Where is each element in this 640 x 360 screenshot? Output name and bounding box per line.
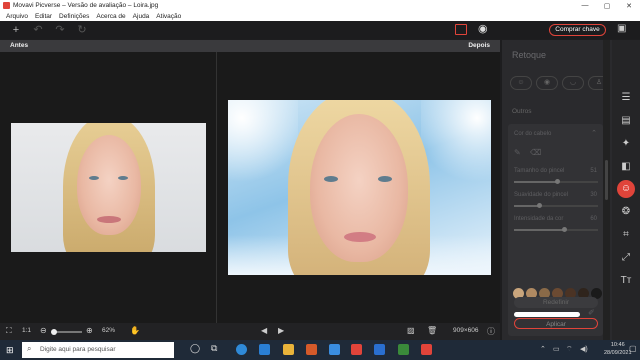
reset-button[interactable]: Redefinir xyxy=(514,297,598,308)
document-icon[interactable]: ▤ xyxy=(619,114,633,128)
panel-scrollbar[interactable] xyxy=(603,40,610,340)
notifications-icon[interactable]: ▢ xyxy=(629,344,637,353)
taskbar-search-input[interactable]: Digite aqui para pesquisar xyxy=(22,342,174,358)
volume-icon[interactable]: ◀) xyxy=(580,345,588,353)
redo-icon[interactable]: ↷ xyxy=(49,21,71,39)
window-title: Movavi Picverse – Versão de avaliação – … xyxy=(13,2,159,9)
save-icon[interactable]: ▣ xyxy=(617,23,626,34)
before-photo xyxy=(11,123,206,252)
before-label: Antes xyxy=(10,42,29,49)
brush-size-slider[interactable] xyxy=(514,179,598,184)
preview-eye-icon[interactable]: ◉ xyxy=(478,22,488,35)
menu-bar: Arquivo Editar Definições Acerca de Ajud… xyxy=(0,11,640,21)
custom-color-bar[interactable] xyxy=(514,312,580,317)
zoom-percent: 62% xyxy=(102,327,116,334)
maximize-button[interactable]: ▢ xyxy=(596,2,618,10)
eraser-icon[interactable]: ⌫ xyxy=(530,148,541,157)
file-explorer-icon[interactable] xyxy=(283,344,294,355)
reset-icon[interactable]: ↻ xyxy=(71,21,93,39)
menu-definicoes[interactable]: Definições xyxy=(59,13,89,20)
after-photo xyxy=(228,100,491,275)
face-tool-icon[interactable]: ☺ xyxy=(510,76,532,90)
crop-icon[interactable]: ⌗ xyxy=(619,228,633,242)
lips-tool-icon[interactable]: ◡ xyxy=(562,76,584,90)
brush-softness-label: Suavidade do pincel xyxy=(514,192,569,198)
apply-button[interactable]: Aplicar xyxy=(514,318,598,329)
previous-image-icon[interactable]: ◀ xyxy=(261,326,267,335)
office-icon[interactable] xyxy=(306,344,317,355)
image-gallery-icon[interactable]: ▨ xyxy=(407,326,415,335)
taskbar-clock[interactable]: 10:46 28/09/2021 xyxy=(604,341,632,357)
zoom-out-icon[interactable]: ⊖ xyxy=(40,326,47,335)
menu-ativacao[interactable]: Ativação xyxy=(156,13,181,20)
network-icon[interactable]: ⌔ xyxy=(566,345,573,354)
magic-wand-icon[interactable]: ✦ xyxy=(619,137,633,151)
close-button[interactable]: ✕ xyxy=(618,2,640,10)
color-intensity-label: Intensidade da cor xyxy=(514,216,564,222)
text-icon[interactable]: Tт xyxy=(619,274,633,288)
store-icon[interactable] xyxy=(259,344,270,355)
after-label: Depois xyxy=(468,42,490,49)
search-icon: ⌕ xyxy=(27,344,32,353)
menu-editar[interactable]: Editar xyxy=(35,13,52,20)
task-view-icon[interactable]: ◯ xyxy=(190,343,200,354)
adjust-sliders-icon[interactable]: ☰ xyxy=(619,91,633,105)
compare-view-icon[interactable] xyxy=(455,24,467,35)
title-bar: Movavi Picverse – Versão de avaliação – … xyxy=(0,0,640,11)
zoom-slider[interactable] xyxy=(51,329,82,335)
actual-size-button[interactable]: 1:1 xyxy=(22,327,31,334)
brush-size-value: 51 xyxy=(590,168,597,174)
color-picker-icon[interactable]: ✐ xyxy=(588,308,595,317)
edge-icon[interactable] xyxy=(236,344,247,355)
movavi-icon[interactable] xyxy=(351,344,362,355)
word-icon[interactable] xyxy=(374,344,385,355)
image-dimensions: 909×606 xyxy=(453,327,479,334)
picverse-icon[interactable] xyxy=(421,344,432,355)
info-icon[interactable]: ⓘ xyxy=(487,326,495,337)
contrast-icon[interactable]: ◧ xyxy=(619,160,633,174)
compare-divider[interactable] xyxy=(216,52,217,323)
color-intensity-slider[interactable] xyxy=(514,227,598,232)
color-circles-icon[interactable]: ❂ xyxy=(619,205,633,219)
color-intensity-value: 60 xyxy=(590,216,597,222)
resize-icon[interactable]: ⤢ xyxy=(619,251,633,265)
brush-icon[interactable]: ✎ xyxy=(514,148,521,157)
menu-ajuda[interactable]: Ajuda xyxy=(133,13,150,20)
minimize-button[interactable]: — xyxy=(574,2,596,10)
battery-icon[interactable]: ▭ xyxy=(553,345,560,353)
add-icon[interactable]: + xyxy=(5,21,27,39)
toolbar: + ↶ ↷ ↻ xyxy=(0,21,640,39)
tray-chevron-icon[interactable]: ⌃ xyxy=(540,345,546,353)
clock-time: 10:46 xyxy=(610,342,625,348)
chevron-up-icon[interactable]: ⌃ xyxy=(591,129,597,137)
menu-arquivo[interactable]: Arquivo xyxy=(6,13,28,20)
retouch-face-icon[interactable]: ☺ xyxy=(617,180,635,198)
fit-screen-icon[interactable]: ⛶ xyxy=(6,326,12,336)
clock-date: 28/09/2021 xyxy=(604,350,632,356)
buy-key-button[interactable]: Comprar chave xyxy=(549,24,606,36)
hair-color-label: Cor do cabelo xyxy=(514,131,552,137)
green-app-icon[interactable] xyxy=(398,344,409,355)
brush-size-label: Tamanho do pincel xyxy=(514,168,565,174)
tool-strip: ☰ ▤ ✦ ◧ ☺ ❂ ⌗ ⤢ Tт xyxy=(612,40,640,340)
panel-title: Retoque xyxy=(512,50,547,60)
menu-acerca-de[interactable]: Acerca de xyxy=(96,13,125,20)
delete-icon[interactable]: 🗑 xyxy=(427,326,437,335)
section-label: Outros xyxy=(512,108,532,115)
undo-icon[interactable]: ↶ xyxy=(27,21,49,39)
next-image-icon[interactable]: ▶ xyxy=(278,326,284,335)
retouch-panel: Retoque ☺ ◉ ◡ ♙ Outros Cor do cabelo ⌃ ✎… xyxy=(502,40,612,340)
widgets-icon[interactable]: ⧉ xyxy=(211,343,217,354)
bottom-bar: ⛶ 1:1 ⊖ ⊕ 62% ✋ ◀ ▶ ▨ 🗑 909×606 ⓘ xyxy=(0,323,500,340)
app-icon xyxy=(3,2,10,9)
brush-softness-value: 30 xyxy=(590,192,597,198)
eye-tool-icon[interactable]: ◉ xyxy=(536,76,558,90)
windows-start-icon[interactable]: ⊞ xyxy=(6,345,14,356)
brush-softness-slider[interactable] xyxy=(514,203,598,208)
hand-tool-icon[interactable]: ✋ xyxy=(130,326,140,335)
compare-header: Antes Depois xyxy=(0,40,500,52)
mail-icon[interactable] xyxy=(329,344,340,355)
zoom-in-icon[interactable]: ⊕ xyxy=(86,326,93,335)
